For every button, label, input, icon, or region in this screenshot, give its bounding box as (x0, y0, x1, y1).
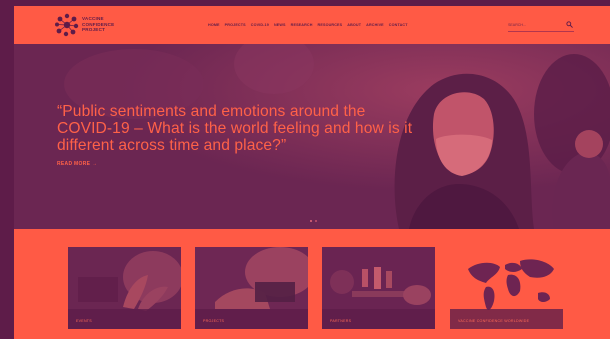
card-partners-label: PARTNERS (330, 319, 352, 323)
nav-item-news[interactable]: NEWS (274, 23, 286, 27)
card-partners-bar: PARTNERS (322, 309, 435, 329)
logo-line-3: PROJECT (82, 27, 106, 32)
card-worldwide-bar: VACCINE CONFIDENCE WORLDWIDE (450, 309, 563, 329)
nav-item-home[interactable]: HOME (208, 23, 220, 27)
hero-quote: “Public sentiments and emotions around t… (57, 103, 413, 155)
card-partners[interactable]: PARTNERS (322, 247, 435, 329)
main-nav: HOME PROJECTS COVID-19 NEWS RESEARCH RES… (208, 23, 408, 27)
nav-item-archive[interactable]: ARCHIVE (366, 23, 384, 27)
page: VACCINE CONFIDENCE PROJECT HOME PROJECTS… (14, 6, 610, 339)
hero-slider: “Public sentiments and emotions around t… (14, 44, 610, 229)
nav-item-covid-19[interactable]: COVID-19 (251, 23, 269, 27)
nav-item-projects[interactable]: PROJECTS (225, 23, 246, 27)
card-worldwide[interactable]: VACCINE CONFIDENCE WORLDWIDE (450, 247, 563, 329)
search-input[interactable] (508, 21, 558, 29)
slider-dot-1[interactable] (310, 220, 312, 222)
nav-item-research[interactable]: RESEARCH (291, 23, 313, 27)
logo-icon (55, 13, 79, 37)
card-events[interactable]: EVENTS (68, 247, 181, 329)
nav-item-about[interactable]: ABOUT (347, 23, 361, 27)
logo-wordmark: VACCINE CONFIDENCE PROJECT (82, 16, 114, 33)
search-icon[interactable] (566, 21, 573, 28)
card-projects[interactable]: PROJECTS (195, 247, 308, 329)
slider-dot-2[interactable] (315, 220, 317, 222)
card-events-label: EVENTS (76, 319, 92, 323)
nav-item-resources[interactable]: RESOURCES (318, 23, 343, 27)
nav-item-contact[interactable]: CONTACT (389, 23, 408, 27)
card-projects-label: PROJECTS (203, 319, 225, 323)
read-more-link[interactable]: READ MORE → (57, 161, 97, 167)
search-box (508, 19, 574, 32)
slider-dots (310, 220, 317, 222)
card-events-bar: EVENTS (68, 309, 181, 329)
card-worldwide-label: VACCINE CONFIDENCE WORLDWIDE (458, 319, 530, 323)
site-header: VACCINE CONFIDENCE PROJECT HOME PROJECTS… (14, 6, 610, 44)
card-projects-bar: PROJECTS (195, 309, 308, 329)
